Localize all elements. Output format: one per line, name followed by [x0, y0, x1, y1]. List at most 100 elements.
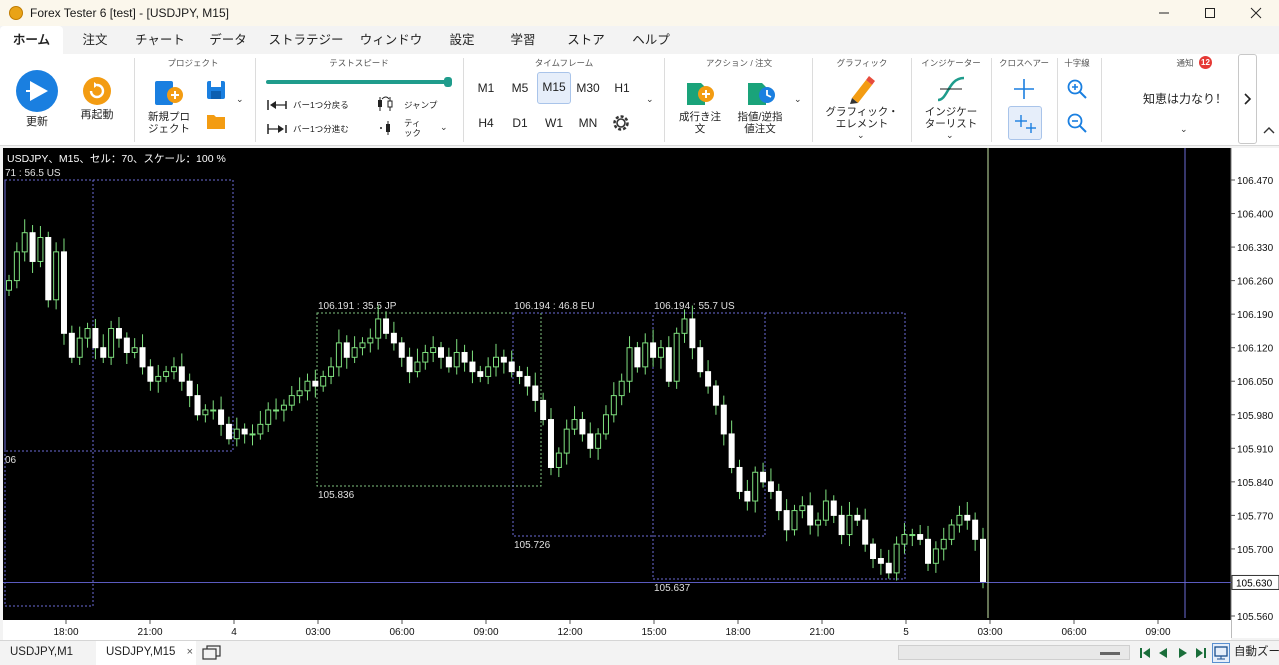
minimize-button[interactable] [1141, 0, 1187, 26]
timeframe-m30[interactable]: M30 [572, 73, 604, 103]
speed-dropdown-chevron-icon[interactable]: ⌄ [440, 122, 448, 133]
graphic-elements-button[interactable] [846, 74, 876, 104]
tab-learning[interactable]: 学習 [496, 26, 550, 54]
price-chart[interactable]: 71 : 56.5 US 06 106.191 : 35.5 JP 105.836 10… [3, 148, 1279, 638]
speed-slider[interactable] [266, 74, 456, 87]
chart-tab-usdjpy-m15[interactable]: USDJPY,M15 × [96, 641, 196, 665]
price-tick-label: 106.330 [1237, 243, 1274, 254]
timeframe-h1[interactable]: H1 [606, 73, 638, 103]
market-order-label: 成行き注 文 [672, 111, 728, 135]
tab-chart[interactable]: チャート [128, 26, 192, 54]
candle-body [854, 514, 861, 521]
tab-home[interactable]: ホーム [0, 26, 63, 54]
time-axis-svg: 18:00 21:00 4 03:00 06:00 09:00 12:00 15:00 18:0… [53, 620, 1171, 638]
candle-body [249, 433, 256, 436]
jump-button[interactable] [376, 96, 398, 112]
go-last-button[interactable] [1194, 646, 1208, 660]
candle-body [60, 251, 67, 334]
close-tab-icon[interactable]: × [187, 646, 193, 658]
indicator-dropdown-chevron-icon[interactable]: ⌄ [946, 130, 954, 141]
title-bar: Forex Tester 6 [test] - [USDJPY, M15] [0, 0, 1279, 26]
timeframe-mn[interactable]: MN [572, 108, 604, 138]
candle-body [218, 409, 225, 425]
gear-icon [613, 115, 629, 131]
notify-dropdown-chevron-icon[interactable]: ⌄ [1180, 124, 1188, 135]
timeframe-m15[interactable]: M15 [537, 72, 571, 104]
candle-body [555, 452, 562, 468]
candle-body [273, 409, 280, 412]
session-box-bottom-label: 06 [5, 455, 17, 466]
go-first-icon [1140, 648, 1150, 658]
timeframe-h4[interactable]: H4 [470, 108, 502, 138]
tab-settings[interactable]: 設定 [434, 26, 490, 54]
autozoom-toggle[interactable] [1212, 643, 1230, 663]
step-back-button[interactable] [266, 98, 288, 110]
candle-body [123, 337, 130, 353]
crosshair-button[interactable] [1012, 77, 1036, 101]
candle-body [131, 347, 138, 353]
action-dropdown-chevron-icon[interactable]: ⌄ [794, 94, 802, 105]
restart-button[interactable] [82, 76, 112, 106]
price-tick-label: 105.840 [1237, 478, 1274, 489]
candle-body [493, 356, 499, 368]
new-project-button[interactable] [152, 78, 184, 108]
tab-window[interactable]: ウィンドウ [354, 26, 428, 54]
timeframe-dropdown-chevron-icon[interactable]: ⌄ [646, 94, 654, 105]
indicator-curve-icon [937, 76, 965, 102]
notify-next-button[interactable] [1238, 54, 1257, 144]
tick-button[interactable] [378, 120, 396, 136]
candle-body [752, 471, 759, 502]
tab-order[interactable]: 注文 [68, 26, 122, 54]
candle-body [225, 423, 232, 440]
refresh-button[interactable] [15, 69, 59, 113]
candle-body [618, 380, 625, 397]
tab-store[interactable]: ストア [556, 26, 616, 54]
timeframe-settings-button[interactable] [611, 113, 631, 133]
timeframe-w1[interactable]: W1 [538, 108, 570, 138]
tab-strategy[interactable]: ストラテジー [264, 26, 348, 54]
project-dropdown-chevron-icon[interactable]: ⌄ [236, 94, 244, 105]
candle-body [540, 399, 547, 421]
chart-area[interactable]: 71 : 56.5 US 06 106.191 : 35.5 JP 105.836 10… [3, 148, 1279, 638]
candle-body [359, 342, 366, 349]
candle-body [665, 347, 672, 382]
timeframe-m1[interactable]: M1 [470, 73, 502, 103]
candle-body [657, 347, 664, 358]
ribbon-separator [991, 58, 992, 142]
crosshair-plus-button[interactable] [1008, 106, 1042, 140]
graphic-elements-label-line1: グラフィック・ [825, 106, 899, 118]
indicator-list-button[interactable] [936, 74, 966, 104]
tab-help[interactable]: ヘルプ [622, 26, 680, 54]
go-prev-button[interactable] [1156, 646, 1170, 660]
tab-data[interactable]: データ [198, 26, 258, 54]
time-tick-label: 21:00 [809, 627, 834, 638]
collapse-ribbon-button[interactable] [1262, 122, 1276, 134]
candle-body [186, 380, 193, 397]
candle-body [689, 318, 696, 349]
step-forward-button[interactable] [266, 122, 288, 134]
maximize-button[interactable] [1187, 0, 1233, 26]
go-next-button[interactable] [1176, 646, 1190, 660]
zoom-in-button[interactable] [1067, 79, 1087, 99]
timeframe-m5[interactable]: M5 [504, 73, 536, 103]
candle-body [445, 356, 452, 368]
current-price-label: 105.630 [1236, 578, 1273, 589]
candle-body [838, 514, 845, 536]
timeframe-d1[interactable]: D1 [504, 108, 536, 138]
limit-order-button[interactable] [745, 78, 777, 108]
session-box-bottom-label: 105.836 [318, 490, 355, 501]
go-first-button[interactable] [1138, 646, 1152, 660]
new-window-button[interactable] [202, 645, 222, 661]
graphic-dropdown-chevron-icon[interactable]: ⌄ [857, 130, 865, 141]
chart-tab-usdjpy-m1[interactable]: USDJPY,M1 [0, 641, 92, 665]
chart-scrollbar[interactable] [898, 645, 1130, 660]
candle-body [767, 481, 774, 492]
zoom-out-button[interactable] [1067, 113, 1087, 133]
scrollbar-thumb[interactable] [1100, 652, 1120, 655]
candle-body [885, 562, 892, 574]
refresh-label: 更新 [26, 116, 48, 128]
market-order-button[interactable] [684, 78, 716, 108]
save-button[interactable] [206, 80, 226, 100]
open-folder-button[interactable] [206, 112, 226, 130]
close-button[interactable] [1233, 0, 1279, 26]
